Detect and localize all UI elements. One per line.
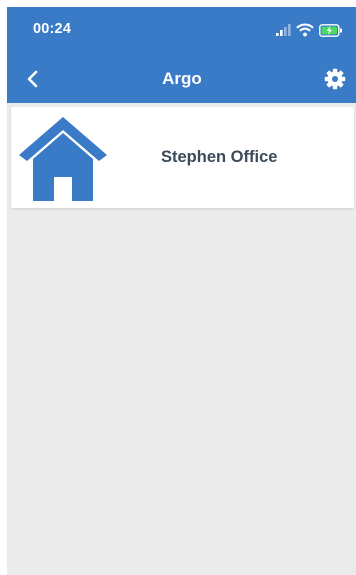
location-card[interactable]: Stephen Office xyxy=(11,107,354,208)
wifi-icon xyxy=(296,23,314,37)
status-bar: 00:24 xyxy=(7,7,356,51)
signal-icon xyxy=(276,24,291,36)
home-icon xyxy=(19,117,107,201)
gear-icon xyxy=(324,68,346,90)
app-header: 00:24 Argo xyxy=(7,7,356,103)
settings-button[interactable] xyxy=(321,65,349,93)
app-screen: 00:24 Argo Stephen Office xyxy=(7,7,356,575)
nav-bar: Argo xyxy=(7,57,356,101)
battery-charging-icon xyxy=(319,23,342,37)
page-title: Argo xyxy=(162,69,202,88)
location-name: Stephen Office xyxy=(161,148,278,166)
status-icons xyxy=(276,22,343,38)
status-time: 00:24 xyxy=(33,21,72,37)
